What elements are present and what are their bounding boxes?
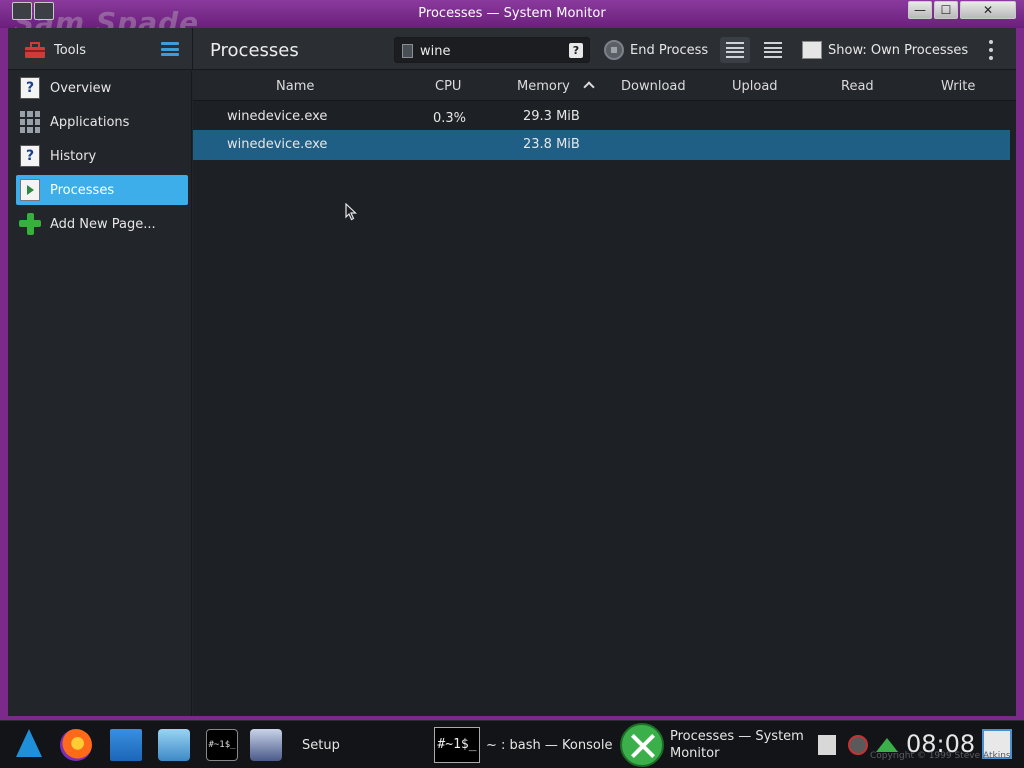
process-table: Name CPU Memory Download Upload Read Wri…: [193, 71, 1016, 716]
document-icon: [402, 44, 413, 58]
window-controls: — ☐ ✕: [908, 1, 1016, 19]
page-title: Processes: [210, 40, 299, 61]
sidebar-item-label: Overview: [50, 80, 112, 96]
title-bar[interactable]: Sam Spade Processes — System Monitor — ☐…: [0, 0, 1024, 28]
process-memory: 29.3 MiB: [523, 109, 580, 124]
help-icon: ?: [20, 77, 40, 99]
search-box[interactable]: ?: [394, 37, 590, 63]
detailed-view-button[interactable]: [758, 37, 788, 63]
toolbar-divider: [192, 28, 193, 70]
process-name: winedevice.exe: [227, 137, 328, 152]
taskbar-task-label: Setup: [302, 737, 340, 753]
column-header-write[interactable]: Write: [941, 79, 975, 94]
application-launcher-icon[interactable]: [16, 729, 42, 757]
window-icon: [802, 41, 822, 59]
taskbar-task-setup[interactable]: Setup: [250, 725, 340, 765]
sidebar-item-add-new-page[interactable]: Add New Page...: [16, 209, 188, 239]
column-header-upload[interactable]: Upload: [732, 79, 778, 94]
list-view-button[interactable]: [720, 37, 750, 63]
column-header-cpu[interactable]: CPU: [435, 79, 461, 94]
sidebar-item-processes[interactable]: Processes: [16, 175, 188, 205]
sidebar-item-label: Processes: [50, 182, 115, 198]
window-client: Tools Processes ? End Process: [8, 28, 1016, 716]
system-monitor-icon: [620, 723, 664, 767]
network-disconnected-icon[interactable]: [848, 735, 868, 755]
process-cpu: 0.3%: [433, 111, 467, 126]
tools-button[interactable]: Tools: [24, 40, 86, 60]
maximize-button[interactable]: ☐: [934, 1, 958, 19]
show-filter-label: Show: Own Processes: [828, 42, 969, 58]
search-input[interactable]: [420, 42, 560, 60]
show-filter-button[interactable]: Show: Own Processes: [802, 37, 968, 63]
more-options-icon[interactable]: [986, 40, 996, 60]
window-title: Processes — System Monitor: [418, 6, 606, 21]
close-button[interactable]: ✕: [960, 1, 1016, 19]
system-settings-icon: [158, 729, 190, 761]
taskbar-task-label-line1: Processes — System: [670, 729, 804, 744]
end-process-label: End Process: [630, 42, 709, 58]
toolbar: Tools Processes ? End Process: [8, 28, 1016, 70]
taskbar: #~1$_ Setup #~1$_ ~ : bash — Konsole Pro…: [0, 720, 1024, 768]
firefox-icon: [60, 729, 92, 761]
table-header: Name CPU Memory Download Upload Read Wri…: [193, 71, 1016, 101]
sidebar-item-history[interactable]: ? History: [16, 141, 188, 171]
table-row[interactable]: winedevice.exe 23.8 MiB: [193, 130, 1010, 160]
firefox-launcher[interactable]: [60, 725, 92, 765]
detailed-view-icon: [764, 42, 782, 58]
column-header-read[interactable]: Read: [841, 79, 874, 94]
sidebar-item-label: Applications: [50, 114, 130, 130]
minimize-button[interactable]: —: [908, 1, 932, 19]
setup-icon: [250, 729, 282, 761]
folder-icon: [110, 729, 142, 761]
sort-ascending-icon: [583, 81, 595, 93]
tools-label: Tools: [54, 42, 87, 58]
sidebar-item-label: Add New Page...: [50, 216, 156, 232]
list-view-icon: [726, 42, 744, 58]
terminal-launcher[interactable]: #~1$_: [206, 725, 238, 765]
column-header-name[interactable]: Name: [276, 79, 314, 94]
system-monitor-window: Sam Spade Processes — System Monitor — ☐…: [0, 0, 1024, 720]
sidebar-item-overview[interactable]: ? Overview: [16, 73, 188, 103]
taskbar-task-label: ~ : bash — Konsole: [486, 737, 613, 753]
copyright-text: Copyright © 1999 Steve Atkins: [870, 751, 1011, 761]
column-header-memory[interactable]: Memory: [517, 79, 570, 94]
updates-icon[interactable]: [876, 738, 898, 752]
files-launcher[interactable]: [110, 725, 142, 765]
system-settings-launcher[interactable]: [158, 725, 190, 765]
stop-icon: [604, 40, 624, 60]
sidebar: ? Overview Applications ? History Proces…: [8, 71, 192, 716]
konsole-icon: #~1$_: [434, 727, 480, 763]
taskbar-task-label: Processes — System Monitor: [670, 728, 804, 762]
applications-icon: [20, 111, 40, 133]
processes-icon: [20, 179, 40, 201]
help-icon: ?: [20, 145, 40, 167]
column-header-download[interactable]: Download: [621, 79, 686, 94]
table-row[interactable]: winedevice.exe 0.3% 29.3 MiB: [193, 102, 1010, 132]
sidebar-item-applications[interactable]: Applications: [16, 107, 188, 137]
process-name: winedevice.exe: [227, 109, 328, 124]
help-icon[interactable]: ?: [569, 43, 583, 58]
taskbar-task-system-monitor[interactable]: Processes — System Monitor: [620, 723, 804, 767]
taskbar-task-konsole[interactable]: #~1$_ ~ : bash — Konsole: [434, 725, 612, 765]
taskbar-task-label-line2: Monitor: [670, 746, 720, 761]
process-memory: 23.8 MiB: [523, 137, 580, 152]
toolbox-icon: [25, 42, 45, 58]
clipboard-icon[interactable]: [818, 735, 836, 755]
sidebar-item-label: History: [50, 148, 97, 164]
terminal-icon: #~1$_: [206, 729, 238, 761]
hamburger-menu-icon[interactable]: [161, 42, 179, 56]
end-process-button[interactable]: End Process: [604, 37, 708, 63]
add-icon: [19, 213, 41, 235]
